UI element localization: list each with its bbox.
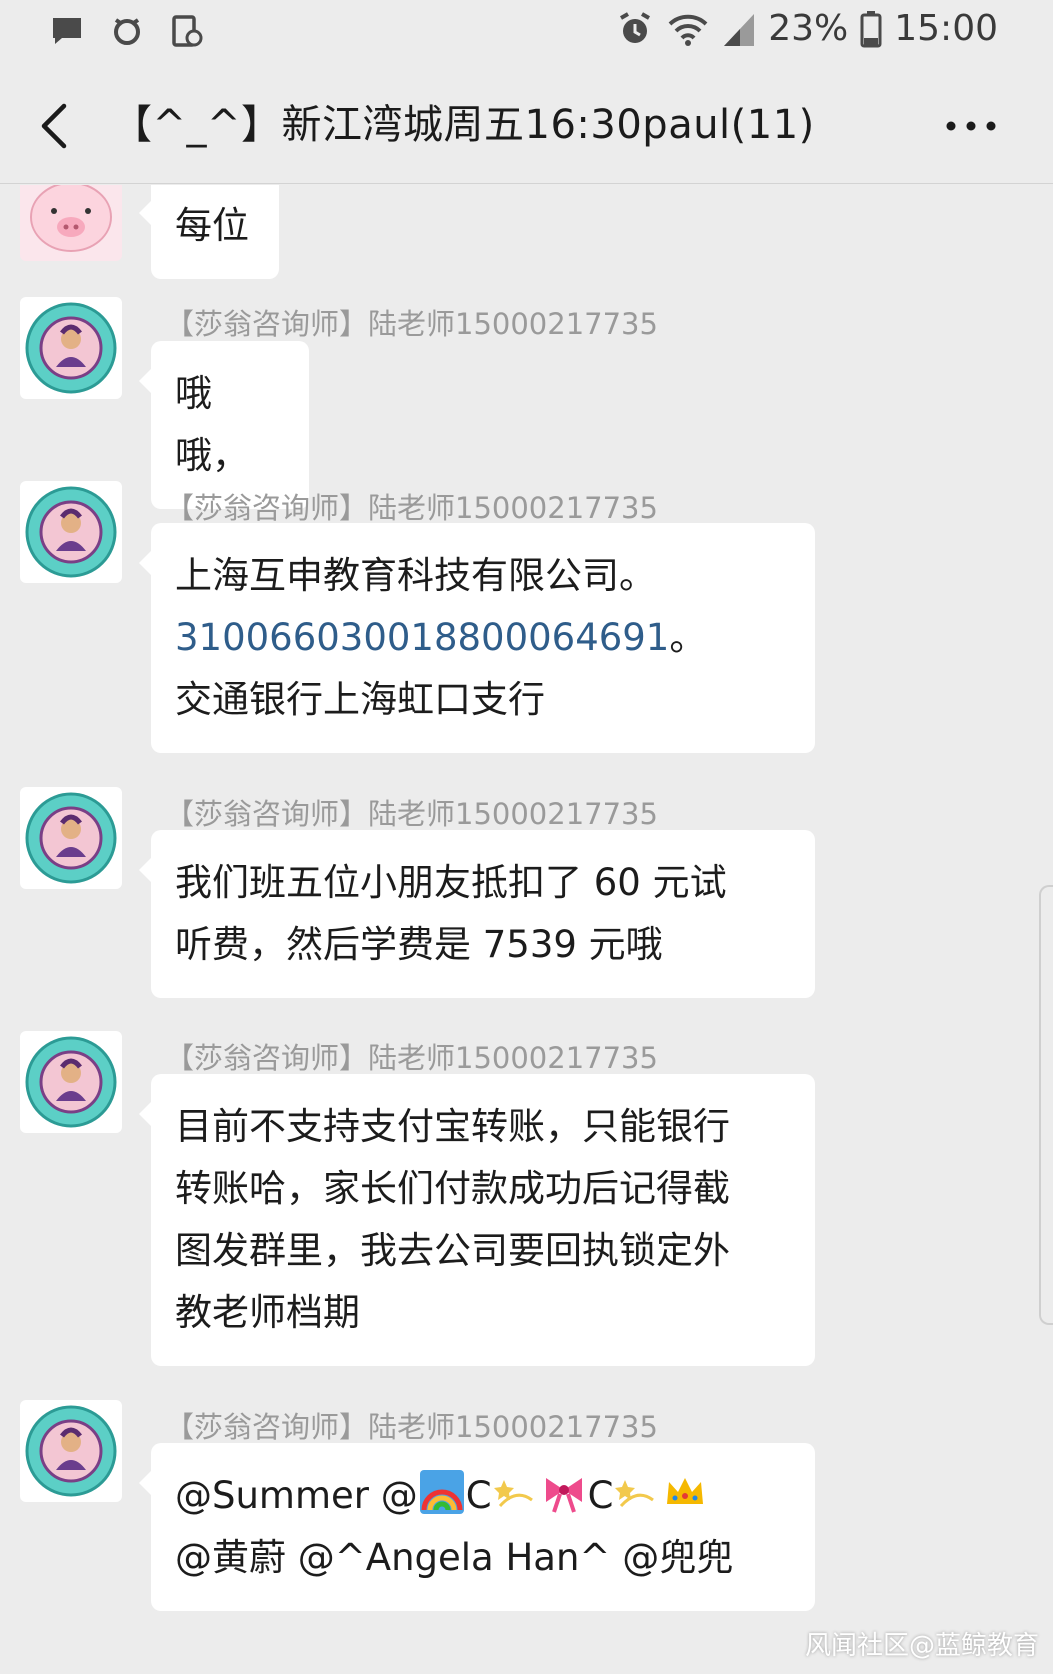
message-bubble[interactable]: 每位	[139, 185, 279, 279]
mention-link[interactable]: @ C C	[380, 1470, 710, 1517]
message-line: 我们班五位小朋友抵扣了 60 元试	[175, 861, 727, 904]
school-logo-icon	[20, 1031, 122, 1133]
school-logo-icon	[20, 1400, 122, 1502]
message-bubble[interactable]: 我们班五位小朋友抵扣了 60 元试 听费，然后学费是 7539 元哦	[139, 830, 815, 998]
account-number-link[interactable]: 310066030018800064691	[175, 616, 669, 659]
sender-name: 【莎翁咨询师】陆老师15000217735	[165, 491, 658, 525]
message-line: 转账哈，家长们付款成功后记得截	[175, 1167, 730, 1210]
dizzy-emoji	[493, 1480, 533, 1508]
school-logo-avatar[interactable]	[20, 787, 122, 889]
chevron-left-icon[interactable]	[28, 96, 82, 156]
battery-percent: 23%	[768, 8, 849, 49]
alarm-icon	[620, 11, 651, 43]
school-logo-avatar[interactable]	[20, 1031, 122, 1133]
ribbon-emoji	[545, 1478, 582, 1513]
more-dots-icon[interactable]	[941, 106, 1001, 146]
clock-time: 15:00	[894, 8, 998, 49]
alarm-notification-icon	[114, 18, 140, 45]
message-punctuation: 。	[669, 616, 707, 659]
wifi-icon	[668, 14, 708, 46]
message-list[interactable]: 每位 【莎翁咨询师】陆老师15000217735 哦哦， 【莎翁咨询师】陆老师1…	[0, 185, 1053, 1674]
message-bubble[interactable]: @Summer @ C C @黄蔚 @^Angela Han^ @兜兜	[139, 1443, 815, 1611]
school-logo-icon	[20, 297, 122, 399]
school-logo-avatar[interactable]	[20, 1400, 122, 1502]
message-line: 图发群里，我去公司要回执锁定外	[175, 1229, 730, 1272]
message-text: 每位	[175, 204, 249, 247]
status-bar: 23% 15:00	[0, 0, 1053, 66]
rainbow-emoji	[419, 1470, 464, 1514]
sender-name: 【莎翁咨询师】陆老师15000217735	[165, 1041, 658, 1075]
message-notification-icon	[53, 18, 81, 44]
message-line: 听费，然后学费是 7539 元哦	[175, 923, 663, 966]
message-line: 上海互申教育科技有限公司。	[175, 554, 656, 597]
message-text: 哦哦，	[175, 372, 249, 477]
pig-icon	[30, 185, 112, 252]
chat-screen: 23% 15:00 【^_^】新江湾城周五16:30paul(11) 每位 【莎…	[0, 0, 1053, 1674]
school-logo-avatar[interactable]	[20, 297, 122, 399]
battery-icon	[860, 10, 882, 47]
sender-name: 【莎翁咨询师】陆老师15000217735	[165, 1410, 658, 1444]
school-logo-icon	[20, 481, 122, 583]
system-icons: 23% 15:00	[616, 8, 998, 49]
mention-prefix: @	[380, 1474, 418, 1517]
crown-emoji	[667, 1478, 704, 1504]
school-logo-icon	[20, 787, 122, 889]
screen-notification-icon	[172, 15, 203, 47]
mention-letter: C	[465, 1474, 492, 1517]
signal-icon	[724, 13, 755, 46]
school-logo-avatar[interactable]	[20, 481, 122, 583]
message-bubble[interactable]: 上海互申教育科技有限公司。 310066030018800064691。 交通银…	[139, 523, 815, 753]
dizzy-emoji	[615, 1480, 655, 1508]
message-line: 交通银行上海虹口支行	[175, 678, 545, 721]
chat-title: 【^_^】新江湾城周五16:30paul(11)	[112, 102, 815, 148]
message-line: 目前不支持支付宝转账，只能银行	[175, 1105, 730, 1148]
mention-link[interactable]: @Summer	[175, 1474, 369, 1517]
watermark: 风闻社区@蓝鲸教育	[804, 1631, 1039, 1661]
pig-avatar[interactable]	[20, 185, 122, 261]
chat-header: 【^_^】新江湾城周五16:30paul(11)	[0, 66, 1053, 184]
message-line: @Summer @ C C	[175, 1465, 791, 1527]
scrollbar[interactable]	[1039, 885, 1053, 1325]
notification-icons	[50, 14, 204, 48]
message-line: @黄蔚 @^Angela Han^ @兜兜	[175, 1536, 734, 1579]
mention-letter: C	[587, 1474, 614, 1517]
message-line: 教老师档期	[175, 1291, 360, 1334]
sender-name: 【莎翁咨询师】陆老师15000217735	[165, 307, 658, 341]
message-bubble[interactable]: 哦哦，	[139, 341, 309, 509]
message-bubble[interactable]: 目前不支持支付宝转账，只能银行 转账哈，家长们付款成功后记得截 图发群里，我去公…	[139, 1074, 815, 1366]
sender-name: 【莎翁咨询师】陆老师15000217735	[165, 797, 658, 831]
message-line: 310066030018800064691。	[175, 607, 791, 669]
